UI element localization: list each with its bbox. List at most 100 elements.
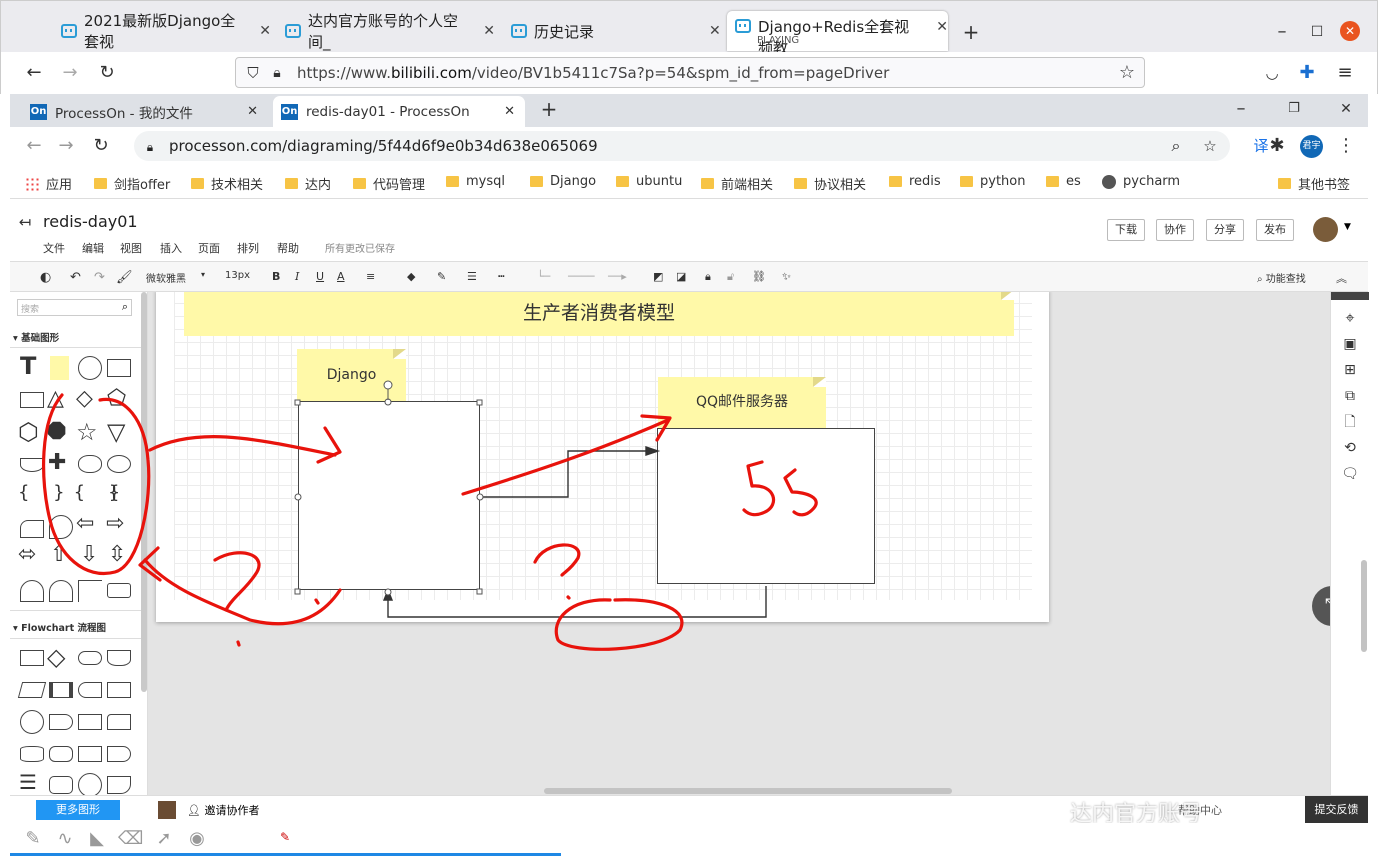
cross-shape[interactable]: ✚	[48, 450, 66, 475]
bold-icon[interactable]: B	[272, 270, 280, 283]
redo-icon[interactable]: ↷	[94, 270, 105, 285]
annotation-shape[interactable]: ☰	[19, 770, 37, 794]
menu-icon[interactable]: ≡	[1334, 63, 1356, 83]
forward-icon[interactable]: →	[59, 63, 81, 83]
record-icon[interactable]: ◉	[186, 829, 208, 849]
bookmark-folder[interactable]: 技术相关	[191, 174, 263, 193]
history-icon[interactable]: ⟲	[1339, 438, 1361, 458]
restore-icon[interactable]: ❐	[1283, 99, 1305, 119]
line-type-icon[interactable]: ────	[568, 270, 595, 283]
data-shape[interactable]	[17, 682, 47, 698]
bookmark-other[interactable]: 其他书签	[1278, 174, 1350, 193]
bookmark-folder[interactable]: ubuntu	[616, 174, 682, 189]
line-color-icon[interactable]: ✎	[437, 270, 446, 283]
ff-address-bar[interactable]: ⛉ 🔒︎ https://www.bilibili.com/video/BV1b…	[235, 57, 1145, 88]
connector-shape[interactable]	[20, 710, 44, 734]
preparation-shape[interactable]	[107, 746, 131, 762]
django-note[interactable]: Django	[297, 349, 406, 401]
menu-edit[interactable]: 编辑	[82, 240, 104, 256]
unlock-icon[interactable]: 🔓︎	[727, 270, 734, 284]
vertical-arrow-shape[interactable]: ⇳	[108, 542, 126, 567]
chevron-down-icon[interactable]: ▼	[1344, 222, 1351, 232]
close-icon[interactable]: ✕	[709, 23, 721, 39]
close-icon[interactable]: ✕	[936, 19, 948, 35]
display-shape[interactable]	[49, 746, 73, 762]
diamond-shape[interactable]: ◇	[76, 386, 93, 411]
more-shapes-button[interactable]: 更多图形	[36, 800, 120, 820]
stored-data-shape[interactable]	[78, 682, 102, 698]
close-icon[interactable]: ✕	[259, 23, 271, 39]
corner-shape[interactable]	[78, 580, 102, 602]
bookmark-apps[interactable]: 应用	[25, 174, 72, 193]
connector-icon[interactable]: └─	[537, 270, 550, 283]
h-scrollbar[interactable]	[544, 788, 952, 794]
publish-button[interactable]: 发布	[1256, 219, 1294, 241]
canvas-area[interactable]: 生产者消费者模型 Django QQ邮件服务器 ⤡	[148, 292, 1330, 795]
close-window-icon[interactable]: ✕	[1340, 21, 1360, 41]
u-shape[interactable]	[20, 580, 44, 602]
pointer-icon[interactable]: ➚	[153, 829, 175, 849]
minimap-toggle-icon[interactable]: ⤡	[1312, 586, 1330, 626]
bookmark-folder[interactable]: python	[960, 174, 1025, 189]
card-shape[interactable]	[20, 520, 44, 538]
forward-icon[interactable]: →	[55, 136, 77, 156]
close-icon[interactable]: ✕	[504, 104, 515, 119]
bring-front-icon[interactable]: ◩	[653, 270, 663, 283]
bookmark-star-icon[interactable]: ☆	[1199, 136, 1221, 156]
menu-file[interactable]: 文件	[43, 240, 65, 256]
menu-view[interactable]: 视图	[120, 240, 142, 256]
curve-icon[interactable]: ∿	[54, 829, 76, 849]
close-icon[interactable]: ✕	[483, 23, 495, 39]
doc-title[interactable]: redis-day01	[43, 212, 138, 231]
reload-icon[interactable]: ↻	[90, 136, 112, 156]
new-tab-icon[interactable]: +	[960, 22, 982, 42]
tape-shape[interactable]	[20, 746, 44, 762]
rectangle-shape[interactable]	[20, 392, 44, 408]
brace-shape[interactable]: {	[108, 482, 119, 503]
extension-icon[interactable]: ✚	[1296, 63, 1318, 83]
qq-mail-note[interactable]: QQ邮件服务器	[658, 377, 826, 428]
theme-icon[interactable]: ⧉	[1339, 386, 1361, 406]
undo-icon[interactable]: ↶	[70, 270, 81, 285]
marker-icon[interactable]: ◣	[86, 829, 108, 849]
circle-shape[interactable]	[78, 356, 102, 380]
search-icon[interactable]: ⌕	[122, 300, 128, 314]
menu-insert[interactable]: 插入	[160, 240, 182, 256]
arrow-icon[interactable]: ──▸	[608, 270, 627, 283]
bookmark-folder[interactable]: mysql	[446, 174, 505, 189]
shape-search-input[interactable]: 搜索 ⌕	[17, 299, 132, 316]
close-window-icon[interactable]: ✕	[1335, 99, 1357, 119]
collapse-icon[interactable]: ︽	[1336, 270, 1347, 286]
minimize-icon[interactable]: –	[1230, 99, 1252, 119]
ff-tab-1[interactable]: 2021最新版Django全套视 ✕	[61, 11, 271, 51]
italic-icon[interactable]: I	[295, 270, 299, 283]
diagram-page[interactable]: 生产者消费者模型 Django QQ邮件服务器	[156, 292, 1049, 622]
chrome-tab-1[interactable]: On ProcessOn - 我的文件 ✕	[22, 96, 268, 127]
bookmark-folder[interactable]: 代码管理	[353, 174, 425, 193]
title-note[interactable]: 生产者消费者模型	[184, 292, 1014, 336]
new-tab-icon[interactable]: +	[538, 99, 560, 119]
scrollbar[interactable]	[141, 292, 147, 692]
triangle-shape[interactable]: △	[47, 386, 64, 411]
line-style-icon[interactable]: ┅	[498, 270, 505, 283]
document-shape[interactable]	[107, 650, 131, 666]
back-arrow-icon[interactable]: ↤	[14, 212, 36, 232]
octagon-shape[interactable]: ⯃	[47, 418, 66, 446]
decision-shape[interactable]: ◇	[47, 643, 65, 671]
document-icon[interactable]: 🗋︎	[1339, 412, 1361, 432]
line-width-icon[interactable]: ☰	[467, 270, 477, 283]
avatar[interactable]	[1313, 217, 1338, 242]
offpage-shape[interactable]	[107, 776, 131, 794]
bookmark-folder[interactable]: 达内	[285, 174, 331, 193]
mail-server-box[interactable]	[657, 428, 875, 584]
extensions-puzzle-icon[interactable]: ✱	[1266, 136, 1288, 156]
pentagon-shape[interactable]: ⬠	[107, 386, 126, 411]
banner-shape[interactable]	[20, 458, 44, 472]
font-color-icon[interactable]: A	[337, 270, 345, 283]
rounded-rect-shape[interactable]	[107, 583, 131, 598]
section-flowchart[interactable]: ▾ Flowchart 流程图	[13, 620, 106, 634]
bookmark-star-icon[interactable]: ☆	[1116, 63, 1138, 83]
up-arrow-shape[interactable]: ⇧	[50, 542, 68, 567]
menu-help[interactable]: 帮助	[277, 240, 299, 256]
back-icon[interactable]: ←	[23, 63, 45, 83]
